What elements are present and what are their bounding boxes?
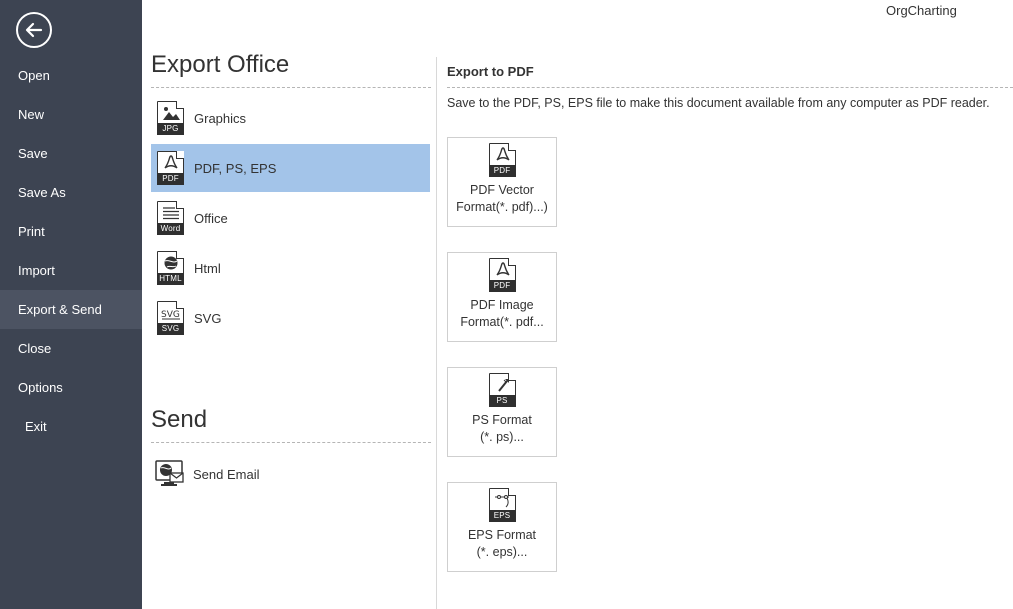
nav-label: Options: [18, 380, 63, 395]
ps-format-button[interactable]: PS PS Format (*. ps)...: [447, 367, 557, 457]
format-label-line2: Format(*. pdf)...): [456, 200, 548, 214]
export-office-title: Export Office: [151, 51, 290, 78]
send-title: Send: [151, 406, 208, 433]
eps-file-icon: EPS: [488, 488, 516, 522]
arrow-left-icon: [25, 22, 43, 38]
nav-save[interactable]: Save: [0, 134, 142, 173]
svg-file-icon: SVG SVG: [157, 301, 184, 335]
image-file-icon: JPG: [157, 101, 184, 135]
nav-label: New: [18, 107, 45, 122]
nav-label: Export & Send: [18, 302, 102, 317]
export-item-label: SVG: [194, 310, 222, 326]
nav-label: Print: [18, 224, 45, 239]
format-label-line1: PDF Vector: [470, 183, 534, 197]
nav-label: Close: [18, 341, 52, 356]
nav-label: Exit: [25, 419, 47, 434]
pdf-file-icon: PDF: [157, 151, 184, 185]
nav-label: Save As: [18, 185, 66, 200]
pdf-vector-format-button[interactable]: PDF PDF Vector Format(*. pdf)...): [447, 137, 557, 227]
nav-options[interactable]: Options: [0, 368, 142, 407]
export-item-graphics[interactable]: JPG Graphics: [151, 94, 430, 142]
export-item-label: Office: [194, 210, 228, 226]
send-email-item[interactable]: Send Email: [151, 455, 430, 493]
export-item-label: Html: [194, 260, 221, 276]
export-item-label: PDF, PS, EPS: [194, 160, 277, 176]
nav-open[interactable]: Open: [0, 56, 142, 95]
nav-new[interactable]: New: [0, 95, 142, 134]
nav-save-as[interactable]: Save As: [0, 173, 142, 212]
app-title: OrgCharting: [886, 3, 957, 18]
export-item-html[interactable]: HTML Html: [151, 244, 430, 292]
pdf-image-format-button[interactable]: PDF PDF Image Format(*. pdf...: [447, 252, 557, 342]
format-label-line2: Format(*. pdf...: [460, 315, 544, 329]
panel-divider: [436, 57, 437, 609]
divider: [151, 442, 431, 443]
format-label-line2: (*. eps)...: [476, 545, 528, 559]
nav-label: Import: [18, 263, 55, 278]
nav-label: Save: [18, 146, 48, 161]
send-email-icon: [155, 460, 184, 486]
format-label-line1: PS Format: [472, 413, 532, 427]
nav-export-send[interactable]: Export & Send: [0, 290, 142, 329]
nav-import[interactable]: Import: [0, 251, 142, 290]
nav-label: Open: [18, 68, 50, 83]
panel-description: Save to the PDF, PS, EPS file to make th…: [447, 96, 990, 110]
send-email-label: Send Email: [193, 466, 260, 482]
back-button[interactable]: [16, 12, 52, 48]
pdf-file-icon: PDF: [488, 258, 516, 292]
nav-print[interactable]: Print: [0, 212, 142, 251]
pdf-file-icon: PDF: [488, 143, 516, 177]
export-item-label: Graphics: [194, 110, 247, 126]
format-label-line1: EPS Format: [467, 528, 537, 542]
export-item-svg[interactable]: SVG SVG SVG: [151, 294, 430, 342]
eps-format-button[interactable]: EPS EPS Format (*. eps)...: [447, 482, 557, 572]
nav-exit[interactable]: Exit: [0, 407, 142, 446]
ps-file-icon: PS: [488, 373, 516, 407]
format-label-line2: (*. ps)...: [480, 430, 524, 444]
divider: [447, 87, 1013, 88]
sidebar: Open New Save Save As Print Import Expor…: [0, 0, 142, 609]
export-item-pdf[interactable]: PDF PDF, PS, EPS: [151, 144, 430, 192]
format-label-line1: PDF Image: [470, 298, 534, 312]
html-file-icon: HTML: [157, 251, 184, 285]
nav-close[interactable]: Close: [0, 329, 142, 368]
divider: [151, 87, 431, 88]
export-item-office[interactable]: Word Office: [151, 194, 430, 242]
panel-title: Export to PDF: [447, 64, 534, 79]
word-file-icon: Word: [157, 201, 184, 235]
